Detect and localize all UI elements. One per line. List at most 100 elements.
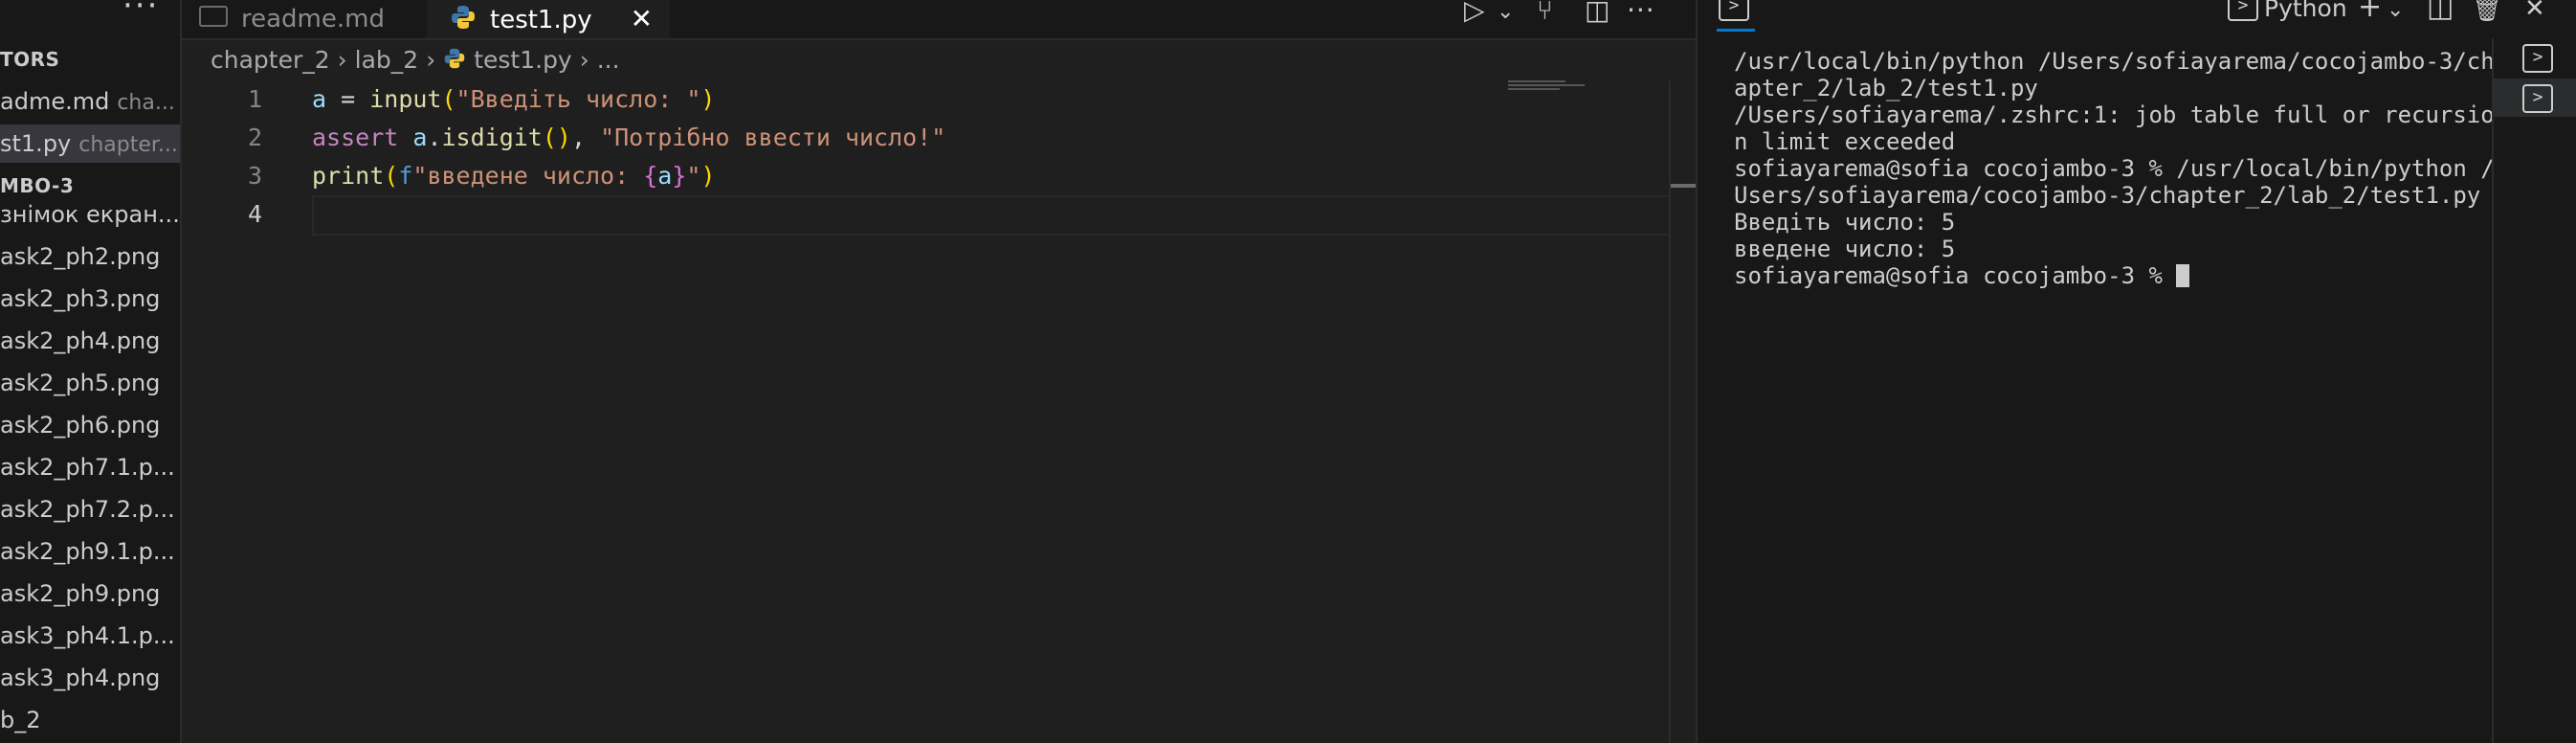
open-editor-name: adme.md bbox=[0, 88, 110, 115]
file-item[interactable]: ask2_ph5.png bbox=[0, 364, 180, 402]
open-editor-name: st1.py bbox=[0, 130, 72, 157]
terminal-line: /Users/sofiayarema/.zshrc:1: job table f… bbox=[1734, 101, 2495, 128]
code-token: " bbox=[686, 162, 701, 190]
explorer-sidebar: ··· TORS adme.md cha... st1.py chapter... … bbox=[0, 0, 182, 743]
file-item[interactable]: ask2_ph6.png bbox=[0, 406, 180, 444]
code-token: . bbox=[427, 124, 442, 151]
close-tab-icon[interactable]: ✕ bbox=[631, 3, 653, 34]
code-token: = bbox=[326, 85, 370, 113]
code-line[interactable]: assert a.isdigit(), "Потрібно ввести чис… bbox=[312, 119, 945, 157]
python-icon bbox=[452, 5, 475, 29]
split-editor-icon[interactable]: ◫ bbox=[1585, 0, 1610, 26]
breadcrumb-separator: › bbox=[426, 46, 436, 74]
breadcrumb-folder[interactable]: chapter_2 bbox=[211, 46, 330, 74]
file-item[interactable]: ask2_ph3.png bbox=[0, 280, 180, 318]
code-token: a bbox=[657, 162, 673, 190]
trash-icon[interactable]: 🗑 bbox=[2473, 0, 2501, 23]
file-item[interactable]: ask2_ph7.2.p... bbox=[0, 490, 180, 529]
terminal-header: > > Python + ⌄ ◫ 🗑 ✕ bbox=[1698, 0, 2576, 38]
terminal-cursor bbox=[2176, 264, 2190, 287]
code-line[interactable]: print(f"введене число: {a}") bbox=[312, 157, 716, 195]
terminal-prompt-line[interactable]: sofiayarema@sofia cocojambo-3 % bbox=[1734, 262, 2519, 289]
terminal-icon: > bbox=[2228, 0, 2258, 21]
code-token: isdigit bbox=[441, 124, 543, 151]
file-item[interactable]: знімок екран... bbox=[0, 195, 180, 234]
editor-tab-bar: readme.md test1.py ✕ ▷ ⌄ ⑂ ◫ ··· bbox=[182, 0, 1696, 40]
code-token: { bbox=[643, 162, 658, 190]
code-token: assert bbox=[312, 124, 399, 151]
code-token: ( bbox=[441, 85, 456, 113]
sidebar-header: ··· bbox=[0, 0, 180, 38]
terminal-line: apter_2/lab_2/test1.py bbox=[1734, 75, 2038, 101]
open-editor-readme[interactable]: adme.md cha... bbox=[0, 82, 180, 121]
terminal-line: Введіть число: 5 bbox=[1734, 209, 1956, 236]
code-line[interactable]: a = input("Введіть число: ") bbox=[312, 80, 715, 119]
tab-label: readme.md bbox=[241, 5, 385, 34]
file-item[interactable]: ask3_ph4.1.p... bbox=[0, 617, 180, 655]
breadcrumb-separator: › bbox=[579, 46, 589, 74]
code-token: () bbox=[542, 124, 571, 151]
code-token: print bbox=[312, 162, 385, 190]
code-token: ) bbox=[700, 162, 716, 190]
folder-header[interactable]: MBO-3 bbox=[0, 174, 74, 197]
open-editor-desc: chapter... bbox=[78, 133, 178, 157]
close-panel-icon[interactable]: ✕ bbox=[2524, 0, 2545, 23]
code-token: , bbox=[570, 124, 601, 151]
breadcrumb-symbols[interactable]: ... bbox=[597, 46, 620, 74]
code-token: } bbox=[672, 162, 687, 190]
code-token: ) bbox=[700, 85, 716, 113]
run-icon[interactable]: ▷ bbox=[1464, 0, 1485, 26]
line-number: 2 bbox=[247, 124, 262, 151]
code-token: "Потрібно ввести число!" bbox=[600, 124, 946, 151]
file-item[interactable]: ask2_ph4.png bbox=[0, 322, 180, 360]
terminal-icon: > bbox=[2522, 84, 2553, 113]
terminal-line: sofiayarema@sofia cocojambo-3 % /usr/loc… bbox=[1734, 155, 2495, 182]
breadcrumb-folder[interactable]: lab_2 bbox=[355, 46, 419, 74]
terminal-icon: > bbox=[2522, 44, 2553, 73]
open-editor-test1[interactable]: st1.py chapter... bbox=[0, 124, 180, 163]
terminal-line: введене число: 5 bbox=[1734, 236, 1956, 262]
file-item[interactable]: ask2_ph9.png bbox=[0, 574, 180, 613]
terminal-output[interactable]: /usr/local/bin/python /Users/sofiayarema… bbox=[1734, 48, 2519, 289]
file-item[interactable]: ask2_ph2.png bbox=[0, 237, 180, 276]
file-item[interactable]: ask2_ph7.1.p... bbox=[0, 448, 180, 486]
line-number: 3 bbox=[247, 162, 262, 190]
more-actions-icon[interactable]: ··· bbox=[122, 0, 159, 25]
source-control-icon[interactable]: ⑂ bbox=[1537, 0, 1553, 26]
terminal-line: /usr/local/bin/python /Users/sofiayarema… bbox=[1734, 48, 2495, 75]
terminal-icon[interactable]: > bbox=[1719, 0, 1749, 21]
minimap[interactable] bbox=[1508, 80, 1592, 92]
folder-item[interactable]: b_2 bbox=[0, 701, 180, 739]
python-icon bbox=[444, 48, 465, 69]
file-item[interactable]: ask3_ph4.png bbox=[0, 659, 180, 697]
tab-label: test1.py bbox=[490, 6, 592, 34]
add-terminal-icon[interactable]: + bbox=[2358, 0, 2382, 24]
terminal-instance-2[interactable]: > bbox=[2494, 79, 2576, 117]
open-editor-desc: cha... bbox=[117, 91, 175, 115]
editor-scrollbar[interactable] bbox=[1669, 80, 1698, 743]
terminal-tabs-list: > > bbox=[2492, 38, 2576, 743]
terminal-name-label[interactable]: Python bbox=[2264, 0, 2347, 22]
code-token: a bbox=[312, 85, 327, 113]
terminal-panel: > > Python + ⌄ ◫ 🗑 ✕ /usr/local/bin/pyth… bbox=[1696, 0, 2576, 743]
scrollbar-cursor-marker bbox=[1671, 184, 1698, 188]
code-token: input bbox=[369, 85, 442, 113]
more-actions-icon[interactable]: ··· bbox=[1627, 0, 1655, 26]
code-token: ( bbox=[384, 162, 399, 190]
code-token: f bbox=[398, 162, 413, 190]
file-item[interactable]: ask2_ph9.1.p... bbox=[0, 532, 180, 571]
breadcrumb-separator: › bbox=[337, 46, 347, 74]
breadcrumb-file[interactable]: test1.py bbox=[474, 46, 572, 74]
split-terminal-icon[interactable]: ◫ bbox=[2427, 0, 2454, 24]
terminal-line: Users/sofiayarema/cocojambo-3/chapter_2/… bbox=[1734, 182, 2481, 209]
run-dropdown-icon[interactable]: ⌄ bbox=[1497, 0, 1514, 24]
terminal-prompt: sofiayarema@sofia cocojambo-3 % bbox=[1734, 262, 2177, 289]
terminal-instance-1[interactable]: > bbox=[2494, 38, 2576, 77]
current-line-highlight[interactable] bbox=[312, 195, 1686, 236]
tab-test1[interactable]: test1.py ✕ bbox=[427, 0, 670, 38]
code-token: "Введіть число: " bbox=[455, 85, 701, 113]
open-editors-header[interactable]: TORS bbox=[0, 48, 59, 71]
tab-readme[interactable]: readme.md bbox=[199, 0, 419, 38]
terminal-dropdown-icon[interactable]: ⌄ bbox=[2387, 0, 2404, 22]
